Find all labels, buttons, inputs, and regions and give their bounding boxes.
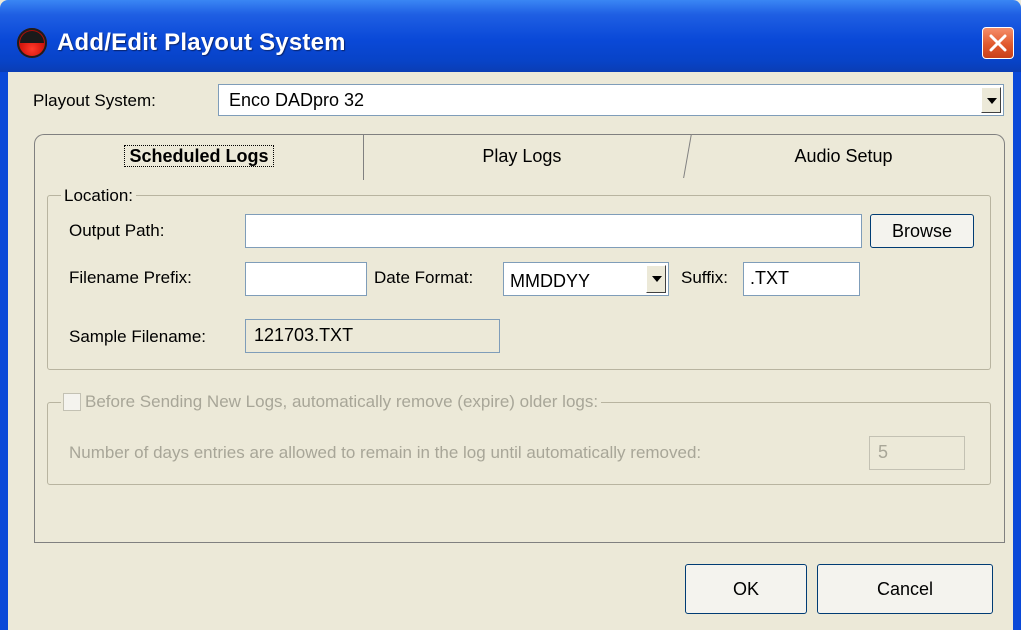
tab-scheduled-logs[interactable]: Scheduled Logs [34, 134, 364, 180]
app-icon [17, 28, 47, 58]
tab-label: Scheduled Logs [35, 145, 363, 167]
playout-system-select[interactable]: Enco DADpro 32 [218, 84, 1004, 116]
suffix-label: Suffix: [681, 268, 728, 287]
filename-prefix-label: Filename Prefix: [69, 268, 192, 287]
filename-prefix-input[interactable] [245, 262, 367, 296]
window-frame-left [0, 72, 8, 630]
expire-checkbox-label: Before Sending New Logs, automatically r… [61, 392, 602, 412]
days-input[interactable]: 5 [869, 436, 965, 470]
tab-play-logs[interactable]: Play Logs [352, 134, 692, 178]
title-bar[interactable]: Add/Edit Playout System [0, 0, 1021, 72]
tab-audio-setup[interactable]: Audio Setup [682, 134, 1005, 178]
date-format-label: Date Format: [374, 268, 474, 287]
close-icon [989, 34, 1007, 52]
close-button[interactable] [982, 27, 1014, 59]
window-title: Add/Edit Playout System [57, 29, 346, 56]
playout-system-value: Enco DADpro 32 [229, 90, 365, 110]
cancel-button[interactable]: Cancel [817, 564, 993, 614]
playout-system-label: Playout System: [33, 91, 156, 110]
chevron-down-icon[interactable] [646, 265, 666, 293]
chevron-down-icon[interactable] [981, 87, 1001, 113]
output-path-label: Output Path: [69, 221, 165, 240]
date-format-select[interactable]: MMDDYY [503, 262, 669, 296]
browse-button[interactable]: Browse [870, 214, 974, 248]
dialog-window: Add/Edit Playout System Playout System: … [0, 0, 1021, 630]
days-label: Number of days entries are allowed to re… [69, 443, 702, 462]
location-legend: Location: [61, 186, 136, 206]
suffix-input[interactable]: .TXT [743, 262, 860, 296]
sample-filename-label: Sample Filename: [69, 327, 207, 346]
output-path-input[interactable] [245, 214, 862, 248]
tab-label: Audio Setup [794, 146, 893, 166]
sample-filename-field: 121703.TXT [245, 319, 500, 353]
expire-checkbox[interactable] [63, 393, 81, 411]
tab-label: Play Logs [482, 146, 562, 166]
ok-button[interactable]: OK [685, 564, 807, 614]
window-frame-right [1013, 72, 1021, 630]
